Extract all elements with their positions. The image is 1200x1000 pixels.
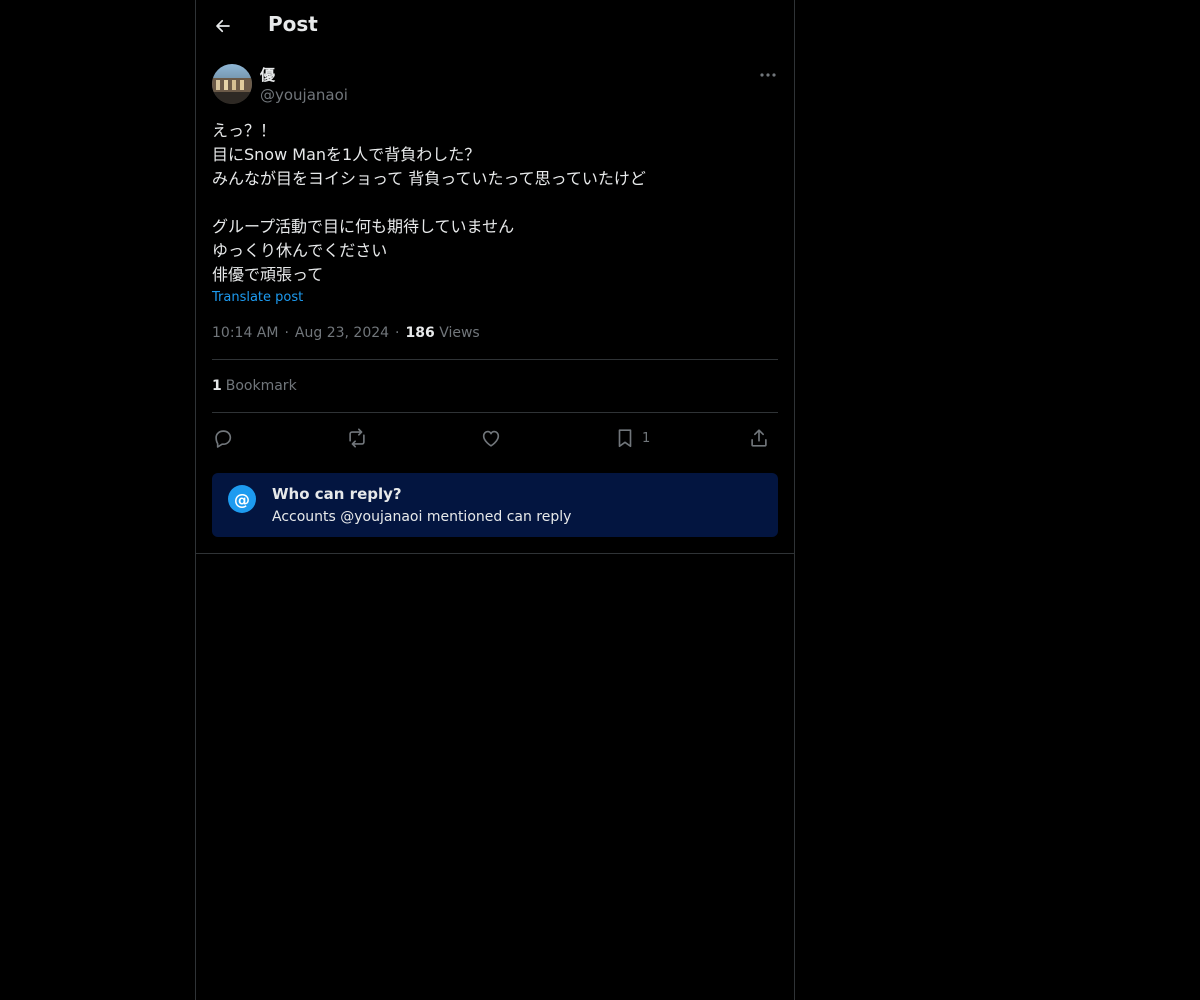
avatar[interactable] [212,64,252,104]
bookmark-button[interactable]: 1 [614,424,650,452]
post-text-line: 俳優で頑張って [212,265,324,284]
like-button[interactable] [480,424,502,452]
divider [196,553,794,554]
post-text-line: みんなが目をヨイショって 背負っていたって思っていたけど [212,169,646,188]
at-sign-icon: @ [228,485,256,513]
post-text: えっ？！ 目にSnow Manを1人で背負わした？ みんなが目をヨイショって 背… [212,119,778,287]
post-time[interactable]: 10:14 AM [212,325,278,341]
share-button[interactable] [748,424,770,452]
post-text-line: えっ？！ [212,121,277,140]
views-count: 186 [405,325,435,341]
heart-icon [482,430,500,447]
bookmarks-summary[interactable]: 1 Bookmark [212,378,297,394]
bookmarks-count: 1 [212,378,222,394]
more-options-button[interactable] [756,64,780,86]
meta-separator: · [284,325,289,341]
bookmark-icon [618,429,632,448]
post-metadata: 10:14 AM · Aug 23, 2024 · 186 Views [212,325,480,341]
meta-separator: · [395,325,400,341]
post-text-line [212,191,778,215]
repost-button[interactable] [346,424,368,452]
translate-post-link[interactable]: Translate post [212,290,303,305]
bookmarks-label: Bookmark [225,378,297,394]
reply-restriction-notice: @ Who can reply? Accounts @youjanaoi men… [212,473,778,537]
views-label: Views [439,325,480,341]
reply-button[interactable] [212,424,234,452]
divider [212,412,778,413]
more-icon [760,73,776,77]
reply-icon [215,430,232,448]
author-display-name[interactable]: 優 [260,64,275,85]
post-text-line: ゆっくり休んでください [212,241,388,260]
share-icon [751,429,767,447]
repost-icon [349,428,365,448]
author-handle[interactable]: @youjanaoi [260,86,348,104]
post-text-line: グループ活動で目に何も期待していません [212,217,515,236]
post-date[interactable]: Aug 23, 2024 [295,325,389,341]
post-actions-bar: 1 [212,424,778,452]
page-title: Post [268,12,318,36]
post-header: Post [196,0,794,54]
back-button[interactable] [208,11,238,41]
arrow-left-icon [216,19,230,33]
post-detail-column: Post 優 @youjanaoi えっ？！ 目にSnow Manを1人で背負わ… [195,0,795,1000]
reply-restriction-subtitle: Accounts @youjanaoi mentioned can reply [272,509,572,525]
divider [212,359,778,360]
reply-restriction-title: Who can reply? [272,485,402,503]
post-text-line: 目にSnow Manを1人で背負わした？ [212,145,481,164]
bookmark-count: 1 [642,430,651,446]
